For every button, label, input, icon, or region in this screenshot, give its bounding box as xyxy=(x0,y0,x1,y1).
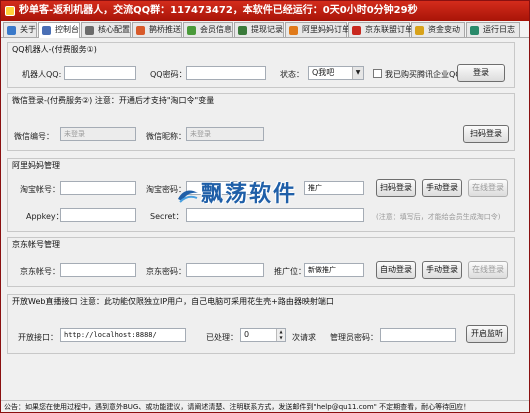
web-api-group: 开放Web直播接口 注意：此功能仅限独立IP用户，自己电脑可采用花生壳+路由器映… xyxy=(7,294,515,354)
jd-account-label: 京东帐号： xyxy=(20,267,60,276)
tab-run-log[interactable]: 运行日志 xyxy=(466,22,520,37)
open-port-label: 开放接口： xyxy=(18,333,58,342)
qq-password-label: QQ密码： xyxy=(150,70,187,79)
main-window: 秒单客-返利机器人，交流QQ群：117473472，本软件已经运行：0天0小时0… xyxy=(0,0,530,413)
start-listen-button[interactable]: 开启监听 xyxy=(466,325,508,343)
appkey-label: Appkey： xyxy=(26,212,64,221)
secret-label: Secret： xyxy=(150,212,184,221)
alimama-promo-field[interactable]: 推广 xyxy=(304,181,364,195)
group-title: 阿里妈妈管理 xyxy=(12,161,60,170)
jd-auto-login-button[interactable]: 自动登录 xyxy=(376,261,416,279)
tab-withdraw-records[interactable]: 提现记录 xyxy=(234,22,284,37)
title-bar[interactable]: 秒单客-返利机器人，交流QQ群：117473472，本软件已经运行：0天0小时0… xyxy=(1,1,529,21)
wechat-nickname-field: 未登录 xyxy=(186,127,264,141)
jd-group: 京东帐号管理 京东帐号： 京东密码： 推广位： 新做推广 自动登录 手动登录 在… xyxy=(7,237,515,287)
group-title: 微信登录-(付费服务②) 注意：开通后才支持"淘口令"变量 xyxy=(12,96,215,105)
secret-input[interactable] xyxy=(186,208,364,222)
processed-count-stepper[interactable]: 0 ▲ ▼ xyxy=(240,328,286,342)
watermark-logo-icon xyxy=(178,190,198,203)
tab-console[interactable]: 控制台 xyxy=(38,22,80,38)
jd-password-input[interactable] xyxy=(186,263,264,277)
withdraw-icon xyxy=(238,26,247,35)
group-title: 开放Web直播接口 注意：此功能仅限独立IP用户，自己电脑可采用花生壳+路由器映… xyxy=(12,297,334,306)
enterprise-qq-checkbox[interactable] xyxy=(373,69,382,78)
announcement-text: 公告：如果您在使用过程中，遇到意外BUG、或功能建议，请阐述清楚、注明联系方式，… xyxy=(4,403,471,411)
wechat-id-label: 微信编号： xyxy=(14,132,54,141)
qq-robot-group: QQ机器人-(付费服务①) 机器人QQ: QQ密码： 状态： Q我吧 ▼ 我已购… xyxy=(7,42,515,88)
info-icon xyxy=(7,26,16,35)
jd-account-input[interactable] xyxy=(60,263,136,277)
tab-member-info[interactable]: 会员信息 xyxy=(183,22,233,37)
tab-alimama-orders[interactable]: 阿里妈妈订单 xyxy=(285,22,350,37)
wechat-scan-login-button[interactable]: 扫码登录 xyxy=(463,125,509,143)
jd-password-label: 京东密码： xyxy=(146,267,186,276)
money-icon xyxy=(415,26,424,35)
group-title: QQ机器人-(付费服务①) xyxy=(12,45,97,54)
status-select[interactable]: Q我吧 ▼ xyxy=(308,66,364,80)
app-icon xyxy=(5,6,15,16)
taobao-account-input[interactable] xyxy=(60,181,136,195)
enterprise-qq-label: 我已购买腾讯企业QQ xyxy=(385,70,462,79)
qq-password-input[interactable] xyxy=(186,66,266,80)
robot-qq-input[interactable] xyxy=(64,66,136,80)
chevron-down-icon: ▼ xyxy=(352,67,363,79)
jd-manual-login-button[interactable]: 手动登录 xyxy=(422,261,462,279)
window-title: 秒单客-返利机器人，交流QQ群：117473472，本软件已经运行：0天0小时0… xyxy=(19,5,418,16)
wechat-group: 微信登录-(付费服务②) 注意：开通后才支持"淘口令"变量 微信编号： 未登录 … xyxy=(7,93,515,151)
alimama-online-login-button[interactable]: 在线登录 xyxy=(468,179,508,197)
jd-icon xyxy=(352,26,361,35)
promo-position-label: 推广位： xyxy=(274,267,306,276)
stepper-arrows-icon[interactable]: ▲ ▼ xyxy=(276,329,285,341)
alimama-scan-login-button[interactable]: 扫码登录 xyxy=(376,179,416,197)
console-icon xyxy=(42,26,51,35)
appkey-note: (注意：填写后，才能给会员生成淘口令) xyxy=(376,213,501,221)
console-panel: QQ机器人-(付费服务①) 机器人QQ: QQ密码： 状态： Q我吧 ▼ 我已购… xyxy=(1,38,529,400)
admin-password-label: 管理员密码： xyxy=(330,333,378,342)
promo-position-input[interactable]: 新做推广 xyxy=(304,263,364,277)
tab-bridge-push[interactable]: 鹊桥推送 xyxy=(132,22,182,37)
bridge-icon xyxy=(136,26,145,35)
alimama-manual-login-button[interactable]: 手动登录 xyxy=(422,179,462,197)
tab-about[interactable]: 关于 xyxy=(3,22,37,37)
watermark: 飘荡软件 xyxy=(177,176,297,208)
jd-online-login-button[interactable]: 在线登录 xyxy=(468,261,508,279)
open-port-input[interactable]: http://localhost:8888/ xyxy=(60,328,186,342)
processed-label: 已处理： xyxy=(206,333,238,342)
member-icon xyxy=(187,26,196,35)
tab-bar: 关于 控制台 核心配置 鹊桥推送 会员信息 提现记录 阿里妈妈订单 京东联盟订单… xyxy=(1,21,529,38)
wechat-nickname-label: 微信昵称： xyxy=(146,132,186,141)
group-title: 京东帐号管理 xyxy=(12,240,60,249)
status-bar: 公告：如果您在使用过程中，遇到意外BUG、或功能建议，请阐述清楚、注明联系方式，… xyxy=(1,400,529,412)
tab-fund-changes[interactable]: 资金变动 xyxy=(411,22,465,37)
status-label: 状态： xyxy=(280,70,304,79)
tab-core-config[interactable]: 核心配置 xyxy=(81,22,131,37)
qq-login-button[interactable]: 登录 xyxy=(457,64,505,82)
gear-icon xyxy=(85,26,94,35)
alimama-icon xyxy=(289,26,298,35)
appkey-input[interactable] xyxy=(60,208,136,222)
requests-label: 次请求 xyxy=(292,333,316,342)
tab-jd-orders[interactable]: 京东联盟订单 xyxy=(348,22,413,37)
wechat-id-field: 未登录 xyxy=(60,127,136,141)
robot-qq-label: 机器人QQ: xyxy=(22,70,62,79)
log-icon xyxy=(470,26,479,35)
admin-password-input[interactable] xyxy=(380,328,456,342)
taobao-account-label: 淘宝帐号： xyxy=(20,185,60,194)
